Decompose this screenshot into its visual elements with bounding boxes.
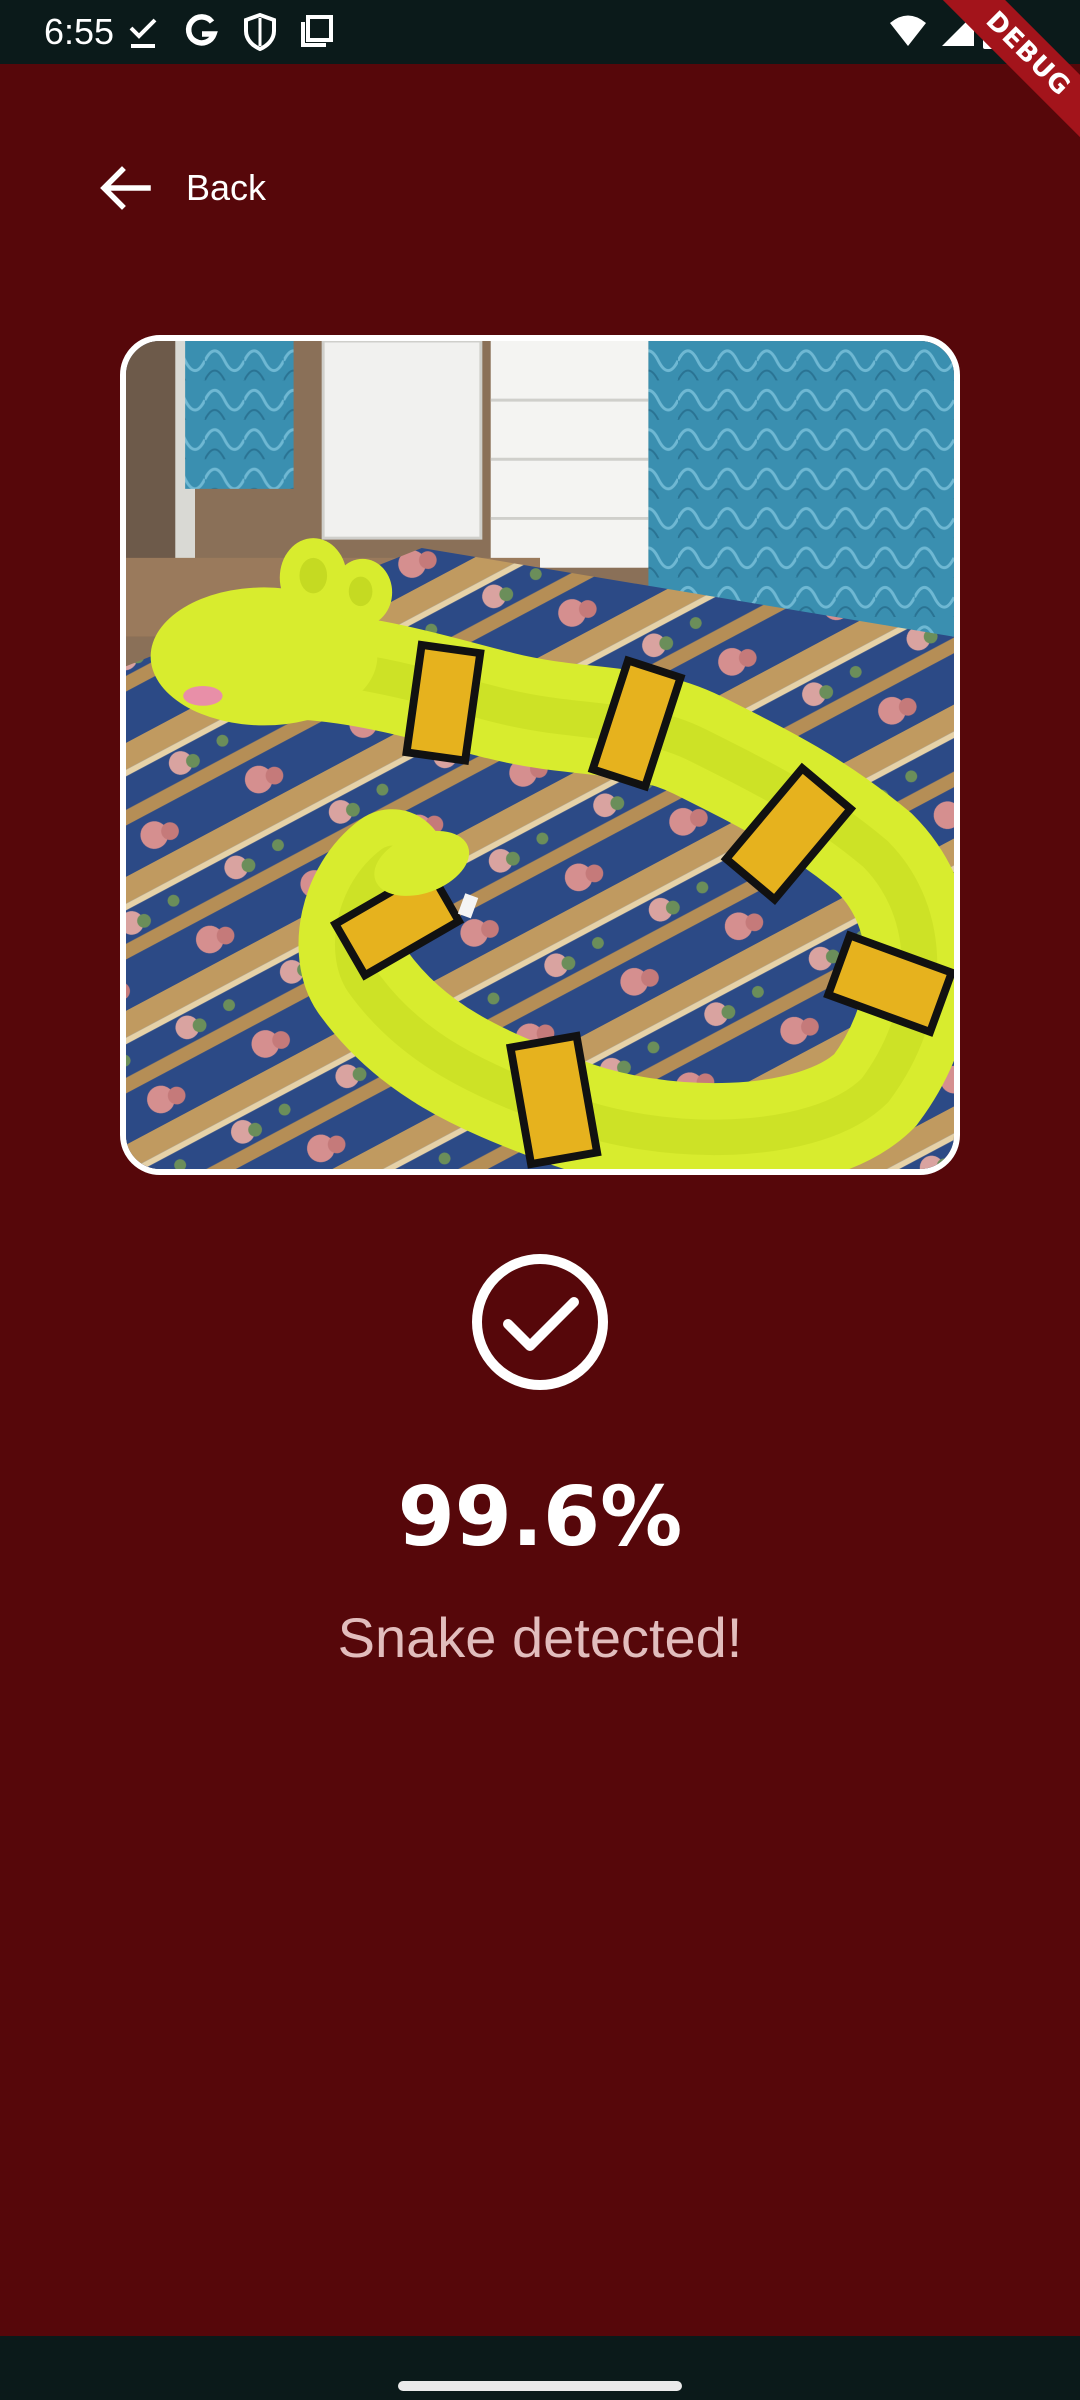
screenshot-icon (301, 15, 333, 47)
wifi-icon (890, 15, 926, 46)
google-g-icon (185, 14, 218, 46)
home-indicator[interactable] (398, 2381, 682, 2391)
back-button[interactable]: Back (96, 152, 266, 224)
snake-photo-illustration (126, 341, 954, 1169)
status-bar: 6:55 (0, 0, 1080, 64)
screen: 6:55 DEBUG Back 99.6% Snake detected! (0, 0, 1080, 2400)
shield-icon (244, 12, 276, 52)
confidence-value: 99.6% (397, 1470, 683, 1565)
back-label: Back (186, 167, 267, 208)
result-message: Snake detected! (337, 1606, 743, 1669)
check-circle-icon (472, 1254, 608, 1390)
snake-photo (120, 335, 960, 1175)
status-time: 6:55 (44, 11, 115, 52)
arrow-left-icon (100, 166, 151, 210)
check-icon (129, 18, 157, 48)
